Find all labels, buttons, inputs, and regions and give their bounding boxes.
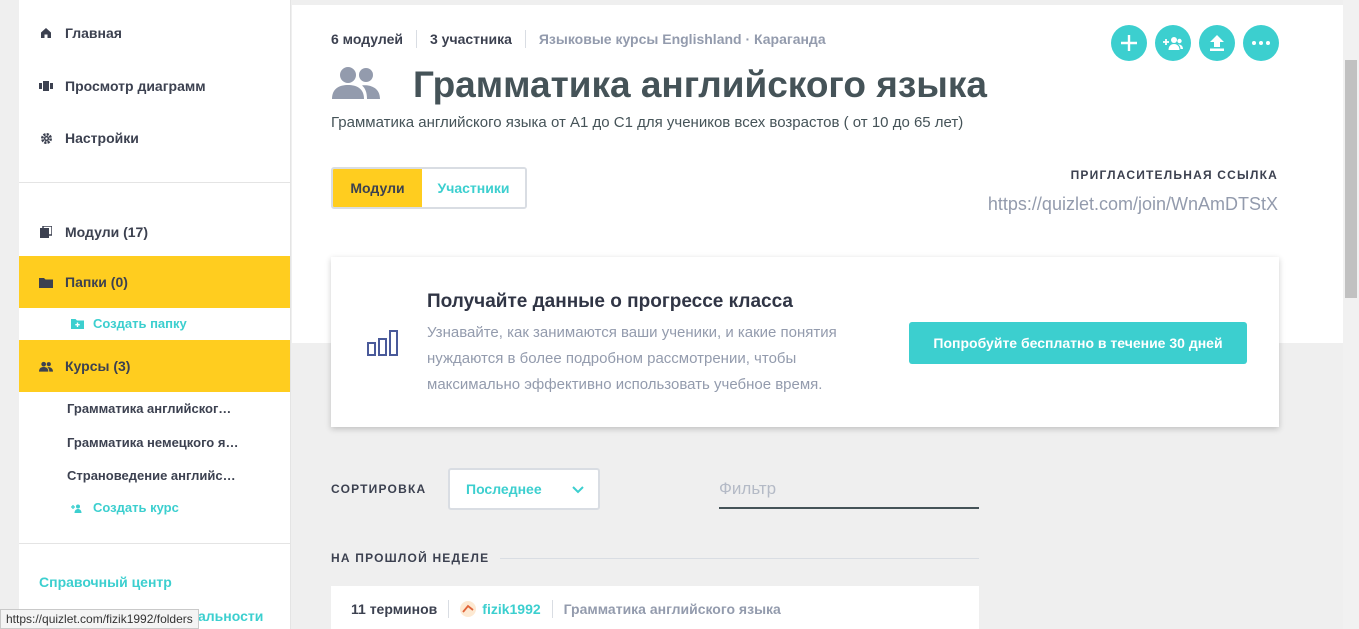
add-button[interactable] [1111, 25, 1147, 61]
sort-label: СОРТИРОВКА [331, 482, 427, 496]
terms-count: 11 терминов [351, 601, 438, 617]
set-meta: 11 терминов fizik1992 Грамматика английс… [351, 600, 781, 618]
scrollbar-thumb[interactable] [1345, 60, 1357, 298]
sort-selected-value: Последнее [466, 481, 542, 497]
add-member-button[interactable] [1155, 25, 1191, 61]
more-options-button[interactable] [1243, 25, 1279, 61]
home-icon [39, 26, 53, 40]
promo-title: Получайте данные о прогрессе класса [427, 291, 793, 312]
sidebar-divider [19, 543, 290, 544]
sidebar-item-home[interactable]: Главная [19, 7, 290, 59]
course-item[interactable]: Грамматика немецкого языка [67, 435, 239, 450]
modules-icon [39, 225, 53, 239]
chevron-down-icon [572, 486, 584, 494]
sidebar-item-diagrams[interactable]: Просмотр диаграмм [19, 60, 290, 112]
create-folder-label: Создать папку [93, 316, 187, 331]
section-heading: НА ПРОШЛОЙ НЕДЕЛЕ [331, 551, 490, 565]
sidebar-item-label: Настройки [65, 130, 139, 146]
set-card[interactable]: 11 терминов fizik1992 Грамматика английс… [331, 586, 979, 629]
window-edge [0, 0, 19, 629]
class-tabs: Модули Участники [331, 167, 527, 209]
create-course-link[interactable]: Создать курс [71, 500, 179, 515]
invite-link-label: ПРИГЛАСИТЕЛЬНАЯ ССЫЛКА [1070, 168, 1278, 182]
more-icon [1252, 41, 1270, 45]
members-count: 3 участника [429, 31, 512, 47]
folder-icon [39, 275, 53, 289]
section-divider [500, 558, 979, 559]
class-meta: 6 модулей 3 участника Языковые курсы Eng… [331, 30, 826, 48]
set-class-name: Грамматика английского языка [563, 601, 781, 617]
promo-text: Узнавайте, как занимаются ваши ученики, … [427, 324, 837, 393]
create-folder-link[interactable]: Создать папку [71, 316, 187, 331]
avatar [460, 601, 477, 617]
add-people-icon [1163, 37, 1183, 50]
bar-chart-icon [367, 330, 399, 361]
add-folder-icon [71, 317, 84, 330]
class-title: Грамматика английского языка [413, 64, 987, 105]
add-people-icon [71, 501, 84, 514]
tab-members[interactable]: Участники [422, 169, 525, 207]
sidebar-item-label: Модули (17) [65, 224, 148, 240]
sidebar-item-settings[interactable]: Настройки [19, 112, 290, 164]
meta-divider [524, 30, 526, 48]
status-bar-url: https://quizlet.com/fizik1992/folders [0, 609, 199, 629]
meta-divider [551, 600, 553, 618]
upload-icon [1210, 35, 1224, 51]
free-trial-button[interactable]: Попробуйте бесплатно в течение 30 дней [909, 322, 1247, 364]
sidebar-item-label: Курсы (3) [65, 358, 131, 374]
class-title-row: Грамматика английского языка [331, 64, 987, 106]
create-course-label: Создать курс [93, 500, 179, 515]
set-author-link[interactable]: fizik1992 [482, 601, 540, 617]
class-description: Грамматика английского языка от А1 до С1… [331, 114, 964, 131]
sidebar-item-folders[interactable]: Папки (0) [19, 256, 290, 308]
filter-input[interactable] [719, 470, 979, 509]
sidebar-item-label: Просмотр диаграмм [65, 78, 206, 94]
course-item[interactable]: Страноведение английского языка [67, 468, 239, 483]
sidebar-item-label: Папки (0) [65, 274, 128, 290]
sidebar-divider [19, 182, 290, 183]
invite-link[interactable]: https://quizlet.com/join/WnAmDTStX [988, 194, 1278, 215]
progress-promo-card: Получайте данные о прогрессе класса Узна… [331, 257, 1279, 427]
plus-icon [1121, 35, 1137, 51]
tab-modules[interactable]: Модули [333, 169, 422, 207]
meta-divider [448, 600, 450, 618]
upload-button[interactable] [1199, 25, 1235, 61]
course-item[interactable]: Грамматика английского языка [67, 401, 239, 416]
meta-divider [415, 30, 417, 48]
help-center-link[interactable]: Справочный центр [39, 574, 172, 590]
modules-count: 6 модулей [331, 31, 403, 47]
sort-select[interactable]: Последнее [448, 468, 600, 510]
class-people-icon [331, 66, 381, 105]
people-icon [39, 359, 53, 373]
diagram-icon [39, 79, 53, 93]
organization-link[interactable]: Языковые курсы Englishland · Караганда [539, 31, 826, 47]
sidebar-item-label: Главная [65, 25, 122, 41]
sidebar-item-modules[interactable]: Модули (17) [19, 206, 290, 258]
sidebar-item-courses[interactable]: Курсы (3) [19, 340, 290, 392]
sidebar: Главная Просмотр диаграмм Настройки Моду… [19, 0, 291, 629]
privacy-link[interactable]: альности [198, 608, 263, 624]
gear-icon [39, 131, 53, 145]
